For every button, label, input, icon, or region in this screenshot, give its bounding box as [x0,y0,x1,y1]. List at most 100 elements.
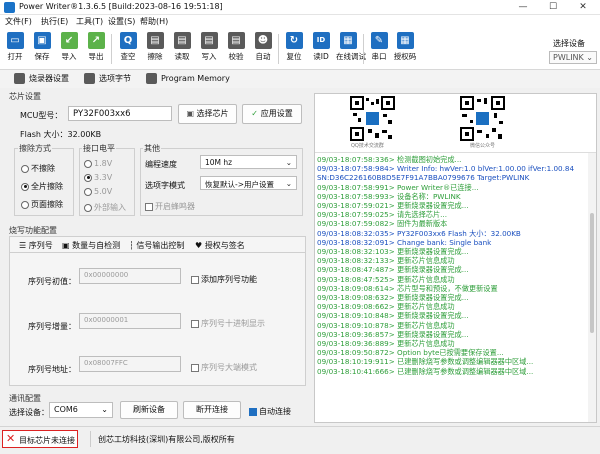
debug-icon: ▦ [339,32,357,49]
log-line: 09/03-18:10:41:666> 已建删除烧写参数或调整编辑器器中区域..… [317,366,534,376]
chevron-down-icon: ⌄ [285,179,292,188]
menu-file[interactable]: 文件(F) [5,16,32,27]
save-icon: ▣ [33,32,51,49]
reset-button[interactable]: ↻ 复位 [282,30,306,68]
voltage-5v0-radio[interactable]: 5.0V [84,187,112,196]
auto-connect-checkbox[interactable]: 自动连接 [249,406,291,417]
chip-write-icon: ▤ [200,32,218,49]
reset-icon: ↻ [285,32,303,49]
import-button[interactable]: ↙ 导入 [57,30,81,68]
menu-execute[interactable]: 执行(E) [41,16,68,27]
export-button[interactable]: ↗ 导出 [84,30,108,68]
toolbar-separator [278,34,279,64]
log-line: 09/03-18:09:08:632> 更新烧录器设置完成... [317,293,469,302]
maximize-button[interactable]: ☐ [538,1,568,14]
save-button[interactable]: ▣ 保存 [30,30,54,68]
log-panel[interactable]: QQ技术交流群 微信公众号 09/03-18:07:58:336> 检测截图初始… [314,93,597,423]
serial-step-field[interactable]: 0x00000001 [79,313,181,329]
chevron-down-icon: ⌄ [101,405,108,414]
window-title: Power Writer®1.3.6.5 [Build:2023-08-16 1… [19,2,223,11]
auth-code-button[interactable]: ▦ 授权码 [393,30,417,68]
open-button[interactable]: ▭ 打开 [3,30,27,68]
erase-full-radio[interactable]: 全片擦除 [21,181,63,192]
flash-size: Flash 大小：32.00KB [20,130,102,139]
erase-page-radio[interactable]: 页面擦除 [21,199,63,210]
other-title: 其他 [143,143,161,154]
blank-check-button[interactable]: Q 查空 [116,30,140,68]
title-bar: Power Writer®1.3.6.5 [Build:2023-08-16 1… [0,0,600,15]
apply-settings-button[interactable]: ✓ 应用设置 [242,104,302,124]
verify-button[interactable]: ▤ 校验 [224,30,248,68]
log-line: 09/03-18:09:08:662> 更新芯片信息成功 [317,302,455,312]
minimize-button[interactable]: — [508,1,538,14]
bytes-icon [84,73,95,84]
toolbar-separator [111,34,112,64]
menu-tools[interactable]: 工具(T) [76,16,103,27]
enable-serial-checkbox[interactable]: 添加序列号功能 [191,274,257,285]
log-line: 09/03-18:09:36:889> 更新芯片信息成功 [317,339,455,348]
voltage-external-radio[interactable]: 外部输入 [84,202,126,213]
chip-verify-icon: ▤ [227,32,245,49]
log-line: 09/03-18:09:10:878> 更新芯片信息成功 [317,320,455,330]
option-mode-label: 选项字模式 [145,181,185,190]
tab-quantity[interactable]: ▣ 数量与自检测 [62,240,120,251]
search-icon: Q [119,32,137,49]
serial-start-field[interactable]: 0x00000000 [79,268,181,284]
status-divider [90,431,91,447]
log-scroll-thumb[interactable] [590,213,594,333]
id-icon: ID [312,32,330,49]
error-icon: ✕ [6,432,16,445]
close-button[interactable]: ✕ [568,1,598,14]
log-line: 09/03-18:08:32:103> 更新烧录器设置完成... [317,247,469,256]
write-button[interactable]: ▤ 写入 [197,30,221,68]
buzzer-checkbox[interactable]: 开启蜂鸣器 [145,201,195,212]
big-endian-checkbox[interactable]: 序列号大端模式 [191,362,257,373]
option-mode-select[interactable]: 恢复默认->用户设置 ⌄ [200,176,297,190]
refresh-device-button[interactable]: 刷新设备 [120,401,178,419]
speed-select[interactable]: 10M hz ⌄ [200,155,297,169]
program-memory-tab[interactable]: Program Memory [146,73,230,85]
mcu-field[interactable]: PY32F003xx6 [68,106,172,121]
copyright-text: 创芯工坊科技(深圳)有限公司,版权所有 [98,435,235,444]
serial-address-label: 序列号地址： [28,365,76,374]
decimal-display-checkbox[interactable]: 序列号十进制显示 [191,318,265,329]
chip-erase-icon: ▤ [146,32,164,49]
auth-icon: ▦ [396,32,414,49]
read-button[interactable]: ▤ 读取 [170,30,194,68]
menu-settings[interactable]: 设置(S) [108,16,135,27]
voltage-1v8-radio[interactable]: 1.8V [84,159,112,168]
tab-signal[interactable]: ┆ 信号输出控制 [129,240,184,251]
log-line: 09/03-18:09:36:857> 更新烧录器设置完成... [317,329,469,339]
serial-port-button[interactable]: ✎ 串口 [367,30,391,68]
log-line: 09/03-18:07:59:082> 固件为最新版本 [317,219,448,229]
log-line: 09/03-18:09:50:872> Option byte已按需要保存设置.… [317,348,504,358]
voltage-3v3-radio[interactable]: 3.3V [84,173,112,182]
serial-address-field[interactable]: 0x08007FFC [79,356,181,372]
log-line: 09/03-18:07:58:984> Writer Info: hwVer:1… [317,164,575,174]
device-select[interactable]: PWLINK ⌄ [549,51,597,64]
tab-serial[interactable]: ☰ 序列号 [19,240,53,251]
select-chip-button[interactable]: ▣ 选择芯片 [178,104,237,124]
wechat-caption: 微信公众号 [470,143,496,149]
writer-settings-tab[interactable]: 烧录器设置 [14,73,69,85]
tab-auth[interactable]: ♥ 授权与签名 [195,240,245,251]
chip-section-title: 芯片设置 [9,92,41,101]
erase-button[interactable]: ▤ 擦除 [143,30,167,68]
log-line: 09/03-18:07:58:993> 设备名称：PWLINK [317,191,461,201]
log-line: 09/03-18:08:32:091> Change bank: Single … [317,237,492,247]
log-line: 09/03-18:09:08:614> 芯片型号和预设，不做更新设置 [317,283,498,293]
disconnect-button[interactable]: 断开连接 [183,401,241,419]
import-icon: ↙ [60,32,78,49]
serial-section-title: 烧写功能配置 [9,226,57,235]
read-id-button[interactable]: ID 读ID [309,30,333,68]
wechat-qr-code [460,96,505,141]
online-debug-button[interactable]: ▦ 在线调试 [336,30,366,68]
chevron-down-icon: ⌄ [586,53,593,62]
port-select[interactable]: COM6 ⌄ [49,402,113,418]
menu-help[interactable]: 帮助(H) [140,16,168,27]
auto-button[interactable]: ☻ 自动 [251,30,275,68]
erase-none-radio[interactable]: 不擦除 [21,163,55,174]
option-bytes-tab[interactable]: 选项字节 [84,73,131,85]
toolbar-separator [363,34,364,64]
log-scrollbar[interactable] [588,153,596,422]
